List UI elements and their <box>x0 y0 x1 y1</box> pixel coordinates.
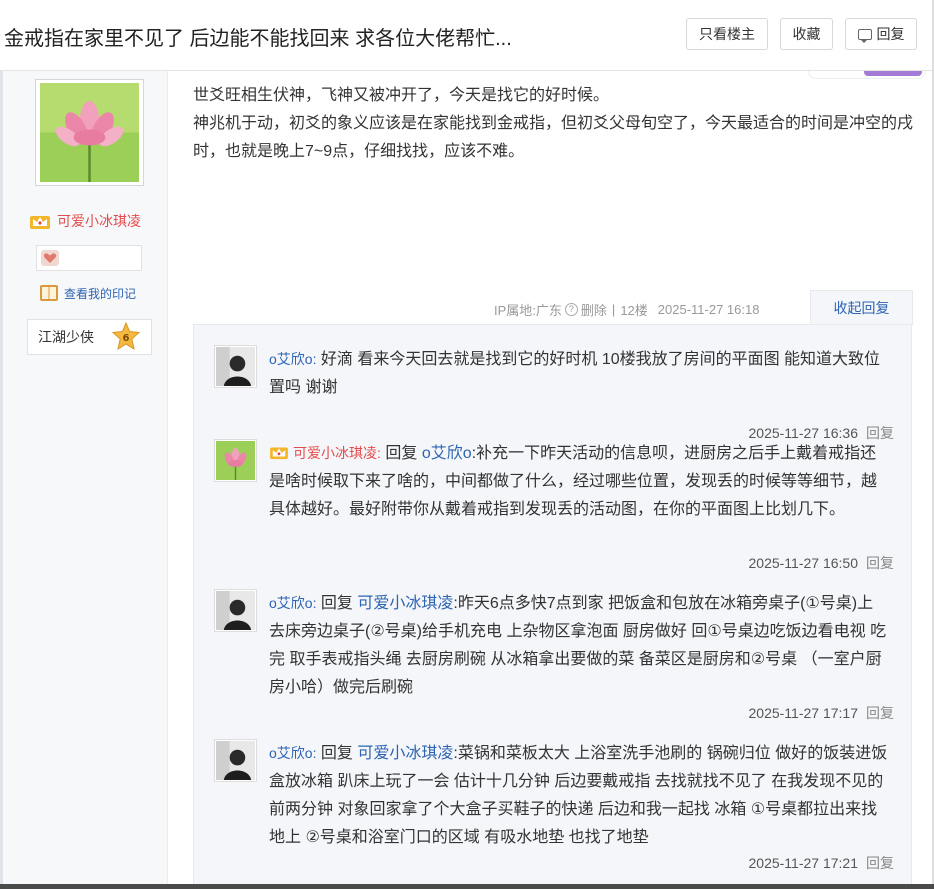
reply-avatar[interactable] <box>214 589 257 632</box>
author-panel: 可爱小冰琪凌 查看我的印记 江湖少侠 6 <box>0 71 168 889</box>
heart-badge-icon <box>41 250 59 266</box>
reply-word: 回复 <box>320 595 353 612</box>
author-level: 江湖少侠 6 <box>27 319 152 355</box>
reply-button-label: 回复 <box>876 26 905 42</box>
person-avatar-image <box>216 741 255 780</box>
post-meta: IP属地:广东 ? 删除 | 12楼 2025-11-27 16:18 <box>494 300 759 319</box>
reply-author[interactable]: o艾欣o: <box>269 595 316 611</box>
lotus-avatar-image <box>40 83 139 182</box>
ip-location: IP属地:广东 <box>494 303 562 318</box>
decor-badge <box>808 71 926 79</box>
vip-crown-icon <box>270 447 288 460</box>
reply-avatar[interactable] <box>214 439 257 482</box>
reply-time: 2025-11-27 16:50 <box>748 555 859 571</box>
book-icon <box>40 285 58 301</box>
thread-title: 金戒指在家里不见了 后边能不能找回来 求各位大佬帮忙... <box>4 28 512 50</box>
collapse-replies-button[interactable]: 收起回复 <box>810 290 913 325</box>
reply-body: o艾欣o: 回复 可爱小冰琪凌:菜锅和菜板太大 上浴室洗手池刷的 锅碗归位 做好… <box>269 739 889 852</box>
reply-avatar[interactable] <box>214 739 257 782</box>
reply-item: o艾欣o: 好滴 看来今天回去就是找到它的好时机 10楼我放了房间的平面图 能知… <box>214 345 894 441</box>
reply-item: o艾欣o: 回复 可爱小冰琪凌:菜锅和菜板太大 上浴室洗手池刷的 锅碗归位 做好… <box>214 739 894 879</box>
reply-list: o艾欣o: 好滴 看来今天回去就是找到它的好时机 10楼我放了房间的平面图 能知… <box>193 324 912 889</box>
post-time: 2025-11-27 16:18 <box>657 302 760 317</box>
reply-time: 2025-11-27 17:17 <box>748 705 859 721</box>
reply-body: o艾欣o: 回复 可爱小冰琪凌:昨天6点多快7点到家 把饭盒和包放在冰箱旁桌子(… <box>269 589 889 702</box>
reply-avatar[interactable] <box>214 345 257 388</box>
reply-author[interactable]: o艾欣o: <box>269 745 316 761</box>
reply-body: 可爱小冰琪凌: 回复 o艾欣o:补充一下昨天活动的信息呗，进厨房之后手上戴着戒指… <box>269 439 889 524</box>
delete-link[interactable]: 删除 <box>581 300 607 319</box>
thread-header: 金戒指在家里不见了 后边能不能找回来 求各位大佬帮忙... 只看楼主 收藏 回复 <box>0 0 934 71</box>
floor-number: 12楼 <box>620 303 648 318</box>
author-name[interactable]: 可爱小冰琪凌 <box>57 211 141 231</box>
level-number: 6 <box>123 333 130 344</box>
person-avatar-image <box>216 591 255 630</box>
person-avatar-image <box>216 347 255 386</box>
post-paragraph-2: 神兆机于动，初爻的象义应该是在家能找到金戒指，但初爻父母旬空了，今天最适合的时间… <box>193 115 914 160</box>
reply-word: 回复 <box>320 745 353 762</box>
reply-text: 好滴 看来今天回去就是找到它的好时机 10楼我放了房间的平面图 能知道大致位置吗… <box>269 351 881 396</box>
reply-author[interactable]: o艾欣o: <box>269 351 316 367</box>
author-badge-box <box>36 245 142 271</box>
author-name-row: 可爱小冰琪凌 <box>29 211 141 231</box>
reply-target[interactable]: o艾欣o <box>422 445 472 462</box>
reply-body: o艾欣o: 好滴 看来今天回去就是找到它的好时机 10楼我放了房间的平面图 能知… <box>269 345 889 402</box>
post-paragraph-1: 世爻旺相生伏神，飞神又被冲开了，今天是找它的好时候。 <box>193 87 610 104</box>
reply-action[interactable]: 回复 <box>866 555 894 571</box>
comment-icon <box>857 28 872 43</box>
bottom-bar <box>0 884 934 889</box>
level-title: 江湖少侠 <box>38 329 94 345</box>
reply-word: 回复 <box>385 445 418 462</box>
view-marks-row[interactable]: 查看我的印记 <box>39 284 136 302</box>
post-content: 世爻旺相生伏神，飞神又被冲开了，今天是找它的好时候。 神兆机于动，初爻的象义应该… <box>193 82 913 166</box>
help-icon[interactable]: ? <box>564 303 578 316</box>
reply-target[interactable]: 可爱小冰琪凌 <box>357 595 453 612</box>
meta-separator: | <box>611 302 616 317</box>
reply-time: 2025-11-27 17:21 <box>748 855 859 871</box>
reply-action[interactable]: 回复 <box>866 705 894 721</box>
vip-crown-icon <box>30 216 50 229</box>
reply-footer: 2025-11-27 17:17 回复 <box>749 703 895 723</box>
lotus-avatar-image <box>216 441 255 480</box>
reply-item: 可爱小冰琪凌: 回复 o艾欣o:补充一下昨天活动的信息呗，进厨房之后手上戴着戒指… <box>214 439 894 579</box>
level-star-icon: 6 <box>112 322 140 351</box>
reply-target[interactable]: 可爱小冰琪凌 <box>357 745 453 762</box>
view-marks-link[interactable]: 查看我的印记 <box>64 285 136 302</box>
reply-footer: 2025-11-27 17:21 回复 <box>749 853 895 873</box>
reply-footer: 2025-11-27 16:50 回复 <box>749 553 895 573</box>
reply-author[interactable]: 可爱小冰琪凌: <box>293 445 381 461</box>
reply-button[interactable]: 回复 <box>845 18 917 50</box>
reply-item: o艾欣o: 回复 可爱小冰琪凌:昨天6点多快7点到家 把饭盒和包放在冰箱旁桌子(… <box>214 589 894 729</box>
only-op-button[interactable]: 只看楼主 <box>686 18 768 50</box>
reply-action[interactable]: 回复 <box>866 855 894 871</box>
author-avatar[interactable] <box>35 79 144 186</box>
favorite-button[interactable]: 收藏 <box>780 18 833 50</box>
